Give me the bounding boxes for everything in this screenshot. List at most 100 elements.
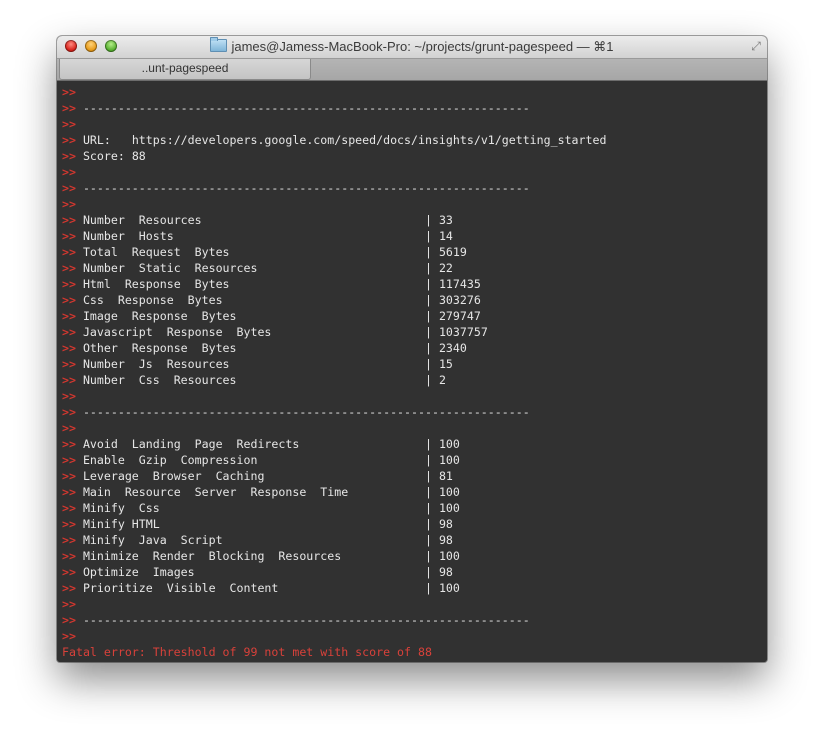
row-separator: | — [424, 501, 439, 515]
blank-line: >> — [62, 596, 767, 612]
row-value: 22 — [438, 261, 453, 275]
blank-line: >> — [62, 164, 767, 180]
terminal-output[interactable]: >> >> -----------------------------------… — [57, 81, 767, 662]
row-separator: | — [424, 373, 439, 387]
prompt-marker: >> — [62, 597, 76, 611]
row-label: Image Response Bytes — [75, 309, 425, 323]
row-separator: | — [424, 341, 439, 355]
row-label: Prioritize Visible Content — [75, 581, 425, 595]
prompt-marker: >> — [62, 197, 76, 211]
row-value: 303276 — [438, 293, 481, 307]
rule-row: >> Leverage Browser Caching | 81 — [62, 468, 767, 484]
separator-line: >> -------------------------------------… — [62, 612, 767, 628]
folder-icon — [210, 37, 228, 52]
rule-row: >> Minify Css | 100 — [62, 500, 767, 516]
row-label: Css Response Bytes — [75, 293, 425, 307]
prompt-marker: >> — [62, 357, 76, 371]
separator: ----------------------------------------… — [75, 405, 530, 419]
tab-bar: ..unt-pagespeed — [57, 59, 767, 81]
tab-grunt-pagespeed[interactable]: ..unt-pagespeed — [59, 59, 311, 80]
row-label: Number Hosts — [75, 229, 425, 243]
prompt-marker: >> — [62, 229, 76, 243]
fullscreen-icon[interactable]: ⤢ — [749, 39, 763, 53]
rule-row: >> Minify HTML | 98 — [62, 516, 767, 532]
prompt-marker: >> — [62, 181, 76, 195]
row-separator: | — [424, 213, 439, 227]
row-value: 279747 — [438, 309, 481, 323]
blank-line: >> — [62, 388, 767, 404]
separator-line: >> -------------------------------------… — [62, 100, 767, 116]
stat-row: >> Number Js Resources | 15 — [62, 356, 767, 372]
terminal-window: james@Jamess-MacBook-Pro: ~/projects/gru… — [57, 36, 767, 662]
row-value: 2340 — [438, 341, 467, 355]
row-separator: | — [424, 565, 439, 579]
prompt-marker: >> — [62, 549, 76, 563]
prompt-marker: >> — [62, 389, 76, 403]
prompt-marker: >> — [62, 101, 76, 115]
score-value: 88 — [131, 149, 146, 163]
prompt-marker: >> — [62, 277, 76, 291]
prompt-marker: >> — [62, 581, 76, 595]
stat-row: >> Image Response Bytes | 279747 — [62, 308, 767, 324]
stat-row: >> Other Response Bytes | 2340 — [62, 340, 767, 356]
prompt-marker: >> — [62, 421, 76, 435]
prompt-marker: >> — [62, 149, 76, 163]
row-separator: | — [424, 357, 439, 371]
title-bar[interactable]: james@Jamess-MacBook-Pro: ~/projects/gru… — [57, 36, 767, 59]
rule-row: >> Main Resource Server Response Time | … — [62, 484, 767, 500]
prompt-marker: >> — [62, 485, 76, 499]
prompt-marker: >> — [62, 453, 76, 467]
row-value: 100 — [438, 485, 460, 499]
row-separator: | — [424, 229, 439, 243]
blank-line: >> — [62, 196, 767, 212]
blank-line: >> — [62, 420, 767, 436]
row-label: Html Response Bytes — [75, 277, 425, 291]
prompt-marker: >> — [62, 325, 76, 339]
prompt-marker: >> — [62, 309, 76, 323]
row-separator: | — [424, 245, 439, 259]
row-value: 2 — [438, 373, 446, 387]
score-label: Score: — [75, 149, 132, 163]
row-label: Number Css Resources — [75, 373, 425, 387]
separator: ----------------------------------------… — [75, 181, 530, 195]
row-separator: | — [424, 453, 439, 467]
prompt-marker: >> — [62, 165, 76, 179]
url-line: >> URL: https://developers.google.com/sp… — [62, 132, 767, 148]
url-value: https://developers.google.com/speed/docs… — [131, 133, 607, 147]
stat-row: >> Number Static Resources | 22 — [62, 260, 767, 276]
prompt-marker: >> — [62, 245, 76, 259]
row-value: 100 — [438, 549, 460, 563]
row-label: Number Resources — [75, 213, 425, 227]
row-separator: | — [424, 485, 439, 499]
row-label: Main Resource Server Response Time — [75, 485, 425, 499]
row-label: Minify HTML — [75, 517, 425, 531]
row-label: Total Request Bytes — [75, 245, 425, 259]
row-value: 98 — [438, 517, 453, 531]
prompt-marker: >> — [62, 565, 76, 579]
stat-row: >> Number Hosts | 14 — [62, 228, 767, 244]
row-value: 33 — [438, 213, 453, 227]
stat-row: >> Javascript Response Bytes | 1037757 — [62, 324, 767, 340]
prompt-marker: >> — [62, 373, 76, 387]
row-separator: | — [424, 437, 439, 451]
row-label: Leverage Browser Caching — [75, 469, 425, 483]
stat-row: >> Total Request Bytes | 5619 — [62, 244, 767, 260]
prompt-marker: >> — [62, 117, 76, 131]
stat-row: >> Number Resources | 33 — [62, 212, 767, 228]
rule-row: >> Minimize Render Blocking Resources | … — [62, 548, 767, 564]
prompt-marker: >> — [62, 517, 76, 531]
row-value: 98 — [438, 565, 453, 579]
window-title: james@Jamess-MacBook-Pro: ~/projects/gru… — [231, 39, 614, 54]
row-value: 14 — [438, 229, 453, 243]
row-separator: | — [424, 309, 439, 323]
row-value: 100 — [438, 437, 460, 451]
prompt-marker: >> — [62, 437, 76, 451]
row-value: 100 — [438, 501, 460, 515]
row-separator: | — [424, 261, 439, 275]
row-separator: | — [424, 293, 439, 307]
row-label: Minimize Render Blocking Resources — [75, 549, 425, 563]
window-title-container: james@Jamess-MacBook-Pro: ~/projects/gru… — [57, 37, 767, 55]
prompt-marker: >> — [62, 405, 76, 419]
row-value: 98 — [438, 533, 453, 547]
score-line: >> Score: 88 — [62, 148, 767, 164]
